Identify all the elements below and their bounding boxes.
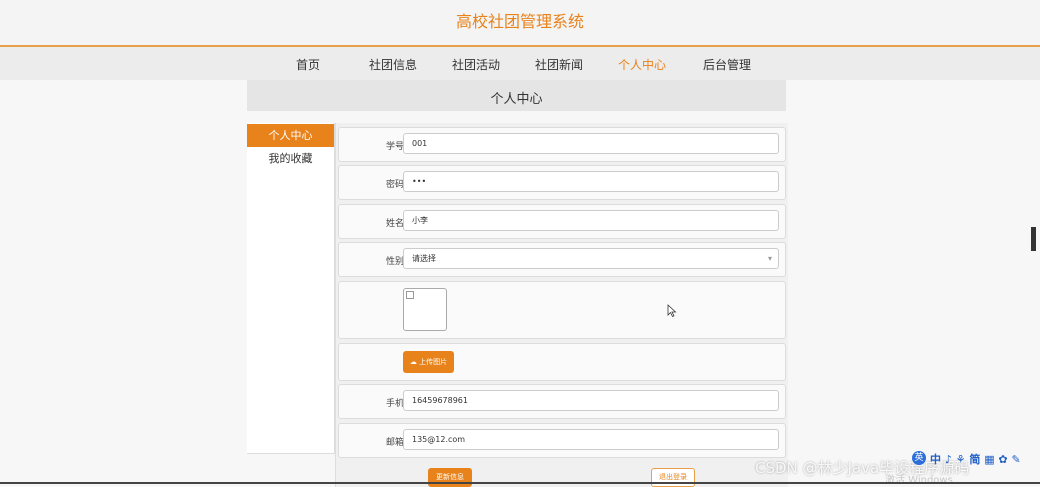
form-row-avatar: [338, 281, 786, 339]
upload-icon: ☁: [409, 358, 417, 366]
form-row-name: 姓名 小李: [338, 204, 786, 239]
email-input[interactable]: 135@12.com: [403, 429, 779, 450]
nav-home[interactable]: 首页: [296, 56, 320, 73]
form-row-gender: 性别 请选择 ▾: [338, 242, 786, 277]
main-nav: 首页 社团信息 社团活动 社团新闻 个人中心 后台管理: [0, 47, 1040, 80]
nav-admin[interactable]: 后台管理: [703, 56, 751, 73]
nav-club-info[interactable]: 社团信息: [369, 56, 417, 73]
page-title: 个人中心: [490, 92, 543, 107]
ime-toolbar: 中 ♪ ⚘ 简 ▦ ✿ ✎: [930, 453, 1021, 466]
nav-personal-center[interactable]: 个人中心: [618, 56, 666, 73]
student-id-label: 学号: [385, 142, 404, 152]
scrollbar-thumb[interactable]: [1031, 227, 1036, 251]
password-label: 密码: [385, 180, 404, 190]
nav-club-activities[interactable]: 社团活动: [452, 56, 500, 73]
nav-club-news[interactable]: 社团新闻: [535, 56, 583, 73]
broken-image-icon: [406, 291, 414, 299]
student-id-input[interactable]: 001: [403, 133, 779, 154]
gender-select-value: 请选择: [412, 254, 436, 263]
gender-label: 性别: [385, 257, 404, 267]
gender-select[interactable]: 请选择 ▾: [403, 248, 779, 269]
form-row-password: 密码 •••: [338, 165, 786, 200]
form-row-student-id: 学号 001: [338, 127, 786, 162]
name-input[interactable]: 小李: [403, 210, 779, 231]
logout-button[interactable]: 退出登录: [651, 468, 695, 487]
email-label: 邮箱: [385, 438, 404, 448]
update-info-button[interactable]: 更新信息: [428, 468, 472, 487]
site-title: 高校社团管理系统: [455, 12, 584, 31]
sidebar-item-favorites[interactable]: 我的收藏: [247, 147, 334, 170]
upload-button-label: 上传图片: [419, 358, 448, 366]
bottom-divider: [0, 482, 1040, 484]
form-row-phone: 手机 16459678961: [338, 384, 786, 419]
sidebar-item-personal-center[interactable]: 个人中心: [247, 124, 334, 147]
phone-label: 手机: [385, 399, 404, 409]
page-title-bar: 个人中心: [247, 80, 786, 111]
mouse-pointer-icon: [667, 304, 677, 318]
chevron-down-icon: ▾: [767, 254, 772, 263]
form-row-upload: ☁ 上传图片: [338, 343, 786, 381]
avatar-preview: [403, 288, 447, 331]
phone-input[interactable]: 16459678961: [403, 390, 779, 411]
sidebar: 个人中心 我的收藏: [247, 123, 335, 454]
ime-logo-icon: 英: [912, 451, 926, 465]
name-label: 姓名: [385, 219, 404, 229]
upload-image-button[interactable]: ☁ 上传图片: [403, 351, 454, 373]
form-row-email: 邮箱 135@12.com: [338, 423, 786, 458]
password-input[interactable]: •••: [403, 171, 779, 192]
header-bar: 高校社团管理系统: [0, 0, 1040, 46]
profile-form: 学号 001 密码 ••• 姓名 小李 性别 请选择 ▾ ☁ 上传图片 手机 1…: [335, 123, 788, 487]
